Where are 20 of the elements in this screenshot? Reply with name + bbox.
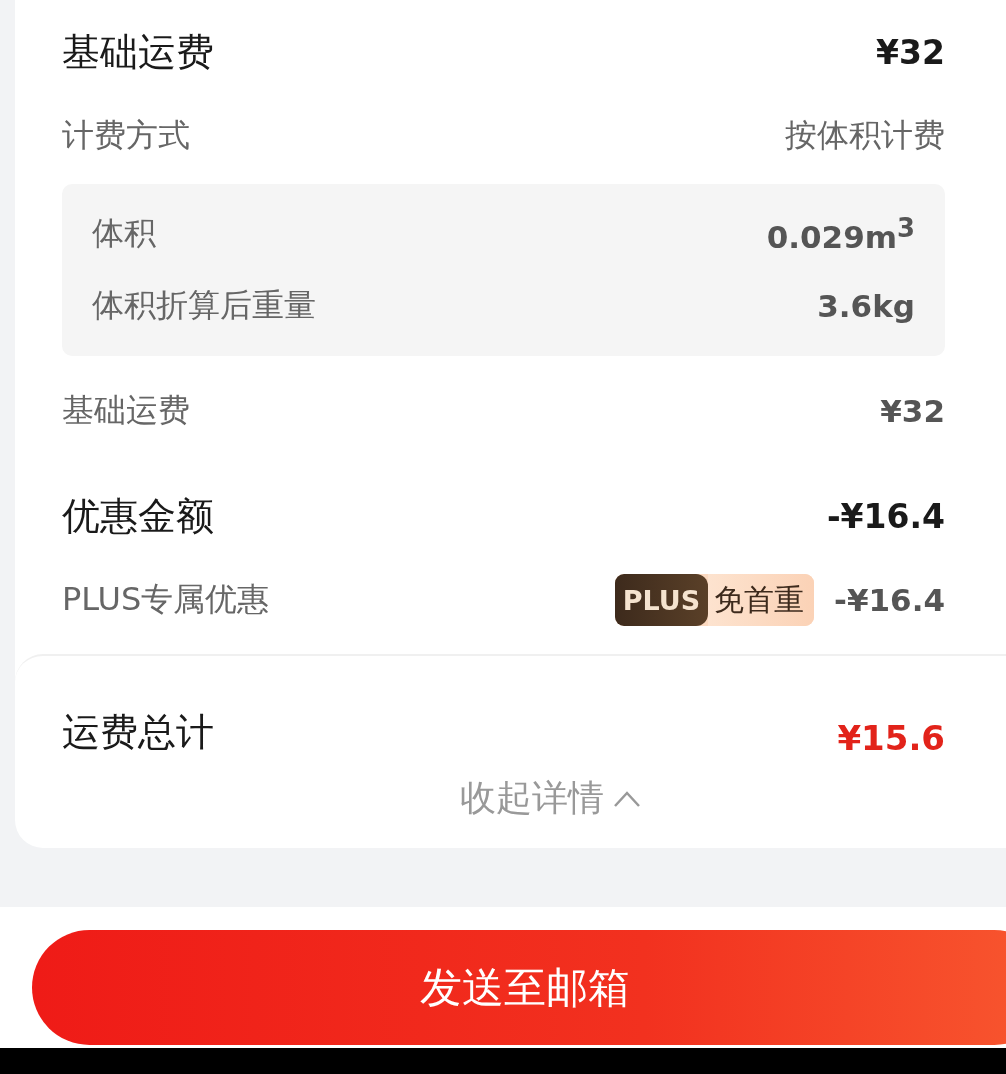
detail-value: 3.6kg [817, 288, 915, 324]
collapse-toggle[interactable]: 收起详情 [460, 774, 642, 823]
total-amount: ¥15.6 [837, 718, 945, 758]
discount-amount: -¥16.4 [834, 582, 945, 618]
discount-label: PLUS专属优惠 [62, 579, 270, 620]
send-button[interactable]: 发送至邮箱 [32, 930, 1006, 1045]
discount-amount: -¥16.4 [826, 496, 945, 536]
billing-method: 按体积计费 [785, 115, 945, 156]
badge-text: 免首重 [708, 574, 815, 626]
detail-label: 体积 [92, 213, 156, 254]
detail-value: 0.029m$^{3}$ [766, 212, 915, 256]
fee-label: 基础运费 [62, 390, 190, 431]
discount-label: 优惠金额 [62, 492, 214, 540]
fee-amount: ¥32 [876, 32, 945, 72]
badge-brand: PLUS [614, 574, 709, 626]
total-label: 运费总计 [62, 709, 214, 756]
detail-label: 体积折算后重量 [92, 285, 316, 326]
fee-amount: ¥32 [880, 393, 945, 429]
fee-label: 基础运费 [62, 28, 214, 76]
billing-label: 计费方式 [62, 115, 190, 156]
